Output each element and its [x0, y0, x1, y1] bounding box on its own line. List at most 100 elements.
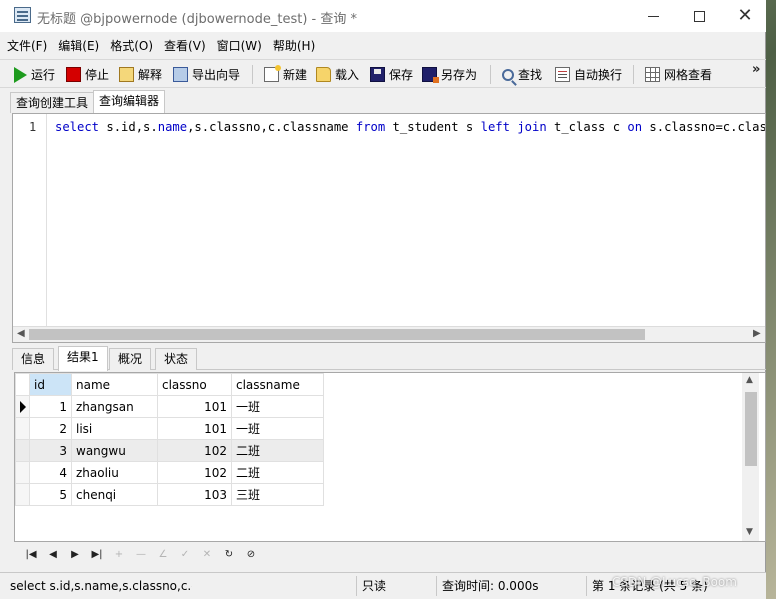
cell-name[interactable]: wangwu	[71, 439, 158, 462]
scroll-down-icon[interactable]: ▼	[746, 527, 753, 537]
cell-classno[interactable]: 101	[157, 395, 232, 418]
maximize-button[interactable]	[676, 0, 722, 32]
scroll-up-icon[interactable]: ▲	[746, 375, 753, 385]
edit-record-icon[interactable]: ∠	[152, 549, 174, 560]
sql-text: ,s.classno,c.classname	[187, 120, 356, 134]
tab-info[interactable]: 信息	[12, 348, 55, 370]
scroll-right-icon[interactable]: ▶	[753, 328, 761, 339]
menu-view[interactable]: 查看(V)	[164, 37, 206, 54]
scroll-thumb[interactable]	[745, 392, 757, 466]
csdn-watermark: CSDN @Lucse_Boom	[612, 575, 737, 589]
next-record-icon[interactable]: ▶	[64, 549, 86, 560]
stop-icon[interactable]: ⊘	[240, 549, 262, 560]
result-tabs: 信息 结果1 概况 状态	[12, 346, 766, 371]
menu-format[interactable]: 格式(O)	[110, 37, 153, 54]
cancel-icon[interactable]: ✕	[196, 549, 218, 560]
sql-keyword: from	[355, 120, 386, 134]
menu-bar: 文件(F) 编辑(E) 格式(O) 查看(V) 窗口(W) 帮助(H)	[0, 33, 766, 57]
export-wizard-label: 导出向导	[192, 68, 241, 82]
cell-classno[interactable]: 103	[157, 483, 232, 506]
sql-editor[interactable]: 1 select s.id,s.name,s.classno,c.classna…	[12, 113, 766, 343]
query-tabs: 查询创建工具 查询编辑器	[0, 90, 766, 113]
minimize-button[interactable]	[630, 0, 676, 32]
scroll-left-icon[interactable]: ◀	[17, 328, 25, 339]
window-title: 无标题 @bjpowernode (djbowernode_test) - 查询…	[37, 12, 357, 27]
menu-help[interactable]: 帮助(H)	[273, 37, 315, 54]
prev-record-icon[interactable]: ◀	[42, 549, 64, 560]
tab-profile[interactable]: 概况	[109, 348, 152, 370]
grid-view-button[interactable]: 网格查看	[645, 64, 712, 85]
cell-name[interactable]: chenqi	[71, 483, 158, 506]
table-row[interactable]: 1 zhangsan 101 一班	[15, 395, 324, 418]
editor-horizontal-scrollbar[interactable]: ◀ ▶	[13, 326, 765, 342]
cell-classname[interactable]: 一班	[231, 395, 324, 418]
toolbar-overflow-chevron-icon[interactable]: »	[752, 62, 760, 77]
tab-query-builder[interactable]: 查询创建工具	[10, 92, 95, 113]
sql-keyword: select	[55, 120, 100, 134]
save-as-button[interactable]: 另存为	[422, 64, 477, 85]
title-bar: 无标题 @bjpowernode (djbowernode_test) - 查询…	[0, 0, 766, 32]
cell-classname[interactable]: 三班	[231, 483, 324, 506]
sql-text: s.id,s.	[99, 120, 158, 134]
cell-id[interactable]: 5	[29, 483, 72, 506]
find-button[interactable]: 查找	[502, 64, 542, 85]
delete-record-icon[interactable]: —	[130, 549, 152, 560]
cell-name[interactable]: zhaoliu	[71, 461, 158, 484]
row-indicator	[15, 461, 30, 484]
sql-keyword: name	[157, 120, 188, 134]
run-label: 运行	[31, 68, 56, 82]
menu-window[interactable]: 窗口(W)	[217, 37, 262, 54]
navicat-query-window: 无标题 @bjpowernode (djbowernode_test) - 查询…	[0, 0, 766, 599]
export-wizard-button[interactable]: 导出向导	[173, 64, 240, 85]
scroll-thumb[interactable]	[29, 329, 645, 340]
cell-id[interactable]: 1	[29, 395, 72, 418]
new-file-icon	[264, 65, 281, 82]
status-query-time: 查询时间: 0.000s	[442, 579, 539, 593]
cell-classname[interactable]: 一班	[231, 417, 324, 440]
save-label: 保存	[389, 68, 414, 82]
tab-result1[interactable]: 结果1	[58, 346, 108, 371]
cell-id[interactable]: 3	[29, 439, 72, 462]
toolbar-divider	[252, 65, 253, 84]
cell-name[interactable]: zhangsan	[71, 395, 158, 418]
save-button[interactable]: 保存	[370, 64, 413, 85]
grid-vertical-scrollbar[interactable]: ▲ ▼	[742, 373, 759, 541]
column-header-name[interactable]: name	[71, 373, 158, 396]
cell-id[interactable]: 4	[29, 461, 72, 484]
table-row[interactable]: 4 zhaoliu 102 二班	[15, 461, 324, 484]
explain-button[interactable]: 解释	[119, 64, 162, 85]
cell-classno[interactable]: 102	[157, 439, 232, 462]
word-wrap-button[interactable]: 自动换行	[555, 64, 622, 85]
close-button[interactable]: ✕	[722, 0, 768, 32]
sql-keyword: left	[480, 120, 510, 134]
apply-icon[interactable]: ✓	[174, 549, 196, 560]
table-row[interactable]: 5 chenqi 103 三班	[15, 483, 324, 506]
cell-classno[interactable]: 102	[157, 461, 232, 484]
menu-file[interactable]: 文件(F)	[7, 37, 47, 54]
cell-classname[interactable]: 二班	[231, 439, 324, 462]
run-button[interactable]: 运行	[14, 64, 55, 85]
stop-button[interactable]: 停止	[66, 64, 109, 85]
table-row[interactable]: 2 lisi 101 一班	[15, 417, 324, 440]
result-grid[interactable]: id name classno classname 1 zhangsan 101…	[14, 372, 766, 542]
menu-edit[interactable]: 编辑(E)	[58, 37, 99, 54]
tab-query-editor[interactable]: 查询编辑器	[93, 90, 166, 113]
last-record-icon[interactable]: ▶|	[86, 549, 108, 560]
new-button[interactable]: 新建	[264, 64, 307, 85]
load-button[interactable]: 载入	[316, 64, 359, 85]
sql-code-line[interactable]: select s.id,s.name,s.classno,c.classname…	[55, 120, 765, 134]
first-record-icon[interactable]: |◀	[20, 549, 42, 560]
refresh-icon[interactable]: ↻	[218, 549, 240, 560]
cell-id[interactable]: 2	[29, 417, 72, 440]
cell-name[interactable]: lisi	[71, 417, 158, 440]
column-header-classname[interactable]: classname	[231, 373, 324, 396]
cell-classno[interactable]: 101	[157, 417, 232, 440]
cell-classname[interactable]: 二班	[231, 461, 324, 484]
table-row[interactable]: 3 wangwu 102 二班	[15, 439, 324, 462]
row-indicator	[15, 417, 30, 440]
column-header-id[interactable]: id	[29, 373, 72, 396]
column-header-classno[interactable]: classno	[157, 373, 232, 396]
sql-keyword: on	[627, 120, 643, 134]
tab-status[interactable]: 状态	[155, 348, 198, 370]
add-record-icon[interactable]: +	[108, 549, 130, 560]
